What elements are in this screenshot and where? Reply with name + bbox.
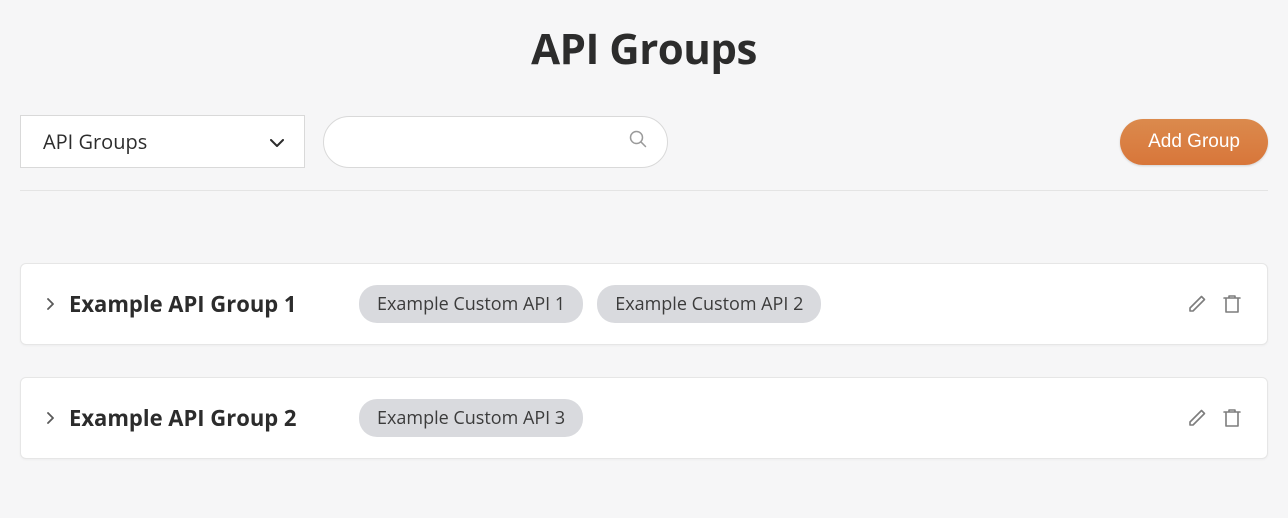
search-icon [629,130,647,153]
group-name: Example API Group 1 [69,289,359,319]
divider [20,190,1268,191]
group-tags: Example Custom API 1 Example Custom API … [359,285,1187,323]
delete-icon[interactable] [1223,294,1241,314]
filter-select-label: API Groups [43,128,147,155]
group-name: Example API Group 2 [69,403,359,433]
api-tag: Example Custom API 1 [359,285,583,323]
chevron-right-icon[interactable] [47,412,55,424]
controls-row: API Groups Add Group [20,115,1268,168]
group-tags: Example Custom API 3 [359,399,1187,437]
group-actions [1187,294,1241,314]
api-tag: Example Custom API 3 [359,399,583,437]
api-tag: Example Custom API 2 [597,285,821,323]
group-card: Example API Group 1 Example Custom API 1… [20,263,1268,345]
group-list: Example API Group 1 Example Custom API 1… [20,263,1268,459]
filter-select[interactable]: API Groups [20,115,305,168]
edit-icon[interactable] [1187,294,1207,314]
chevron-right-icon[interactable] [47,298,55,310]
add-group-button[interactable]: Add Group [1120,119,1268,165]
page-title: API Groups [20,20,1268,77]
search-field-wrapper [323,116,668,168]
group-card: Example API Group 2 Example Custom API 3 [20,377,1268,459]
delete-icon[interactable] [1223,408,1241,428]
search-input[interactable] [344,131,629,152]
chevron-down-icon [270,131,284,153]
group-actions [1187,408,1241,428]
edit-icon[interactable] [1187,408,1207,428]
